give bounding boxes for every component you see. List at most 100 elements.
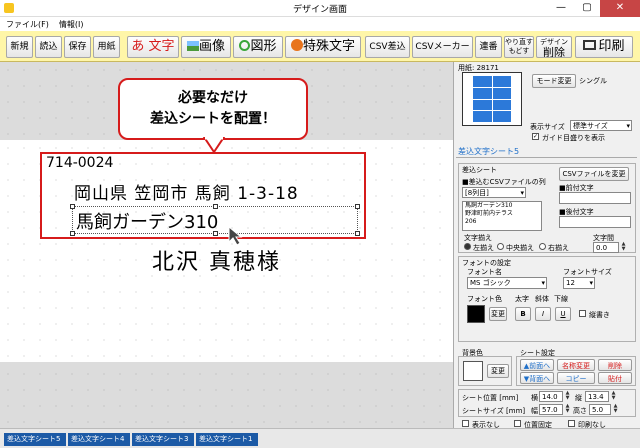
bold-button[interactable]: B bbox=[515, 307, 531, 321]
mode-change-button[interactable]: モード変更 bbox=[532, 74, 576, 88]
center-align-label: 中央揃え bbox=[506, 244, 534, 252]
postal-code-text[interactable]: 714-0024 bbox=[46, 155, 113, 171]
window-title: デザイン画面 bbox=[292, 5, 347, 15]
width-label: 幅 bbox=[531, 407, 538, 415]
new-button[interactable]: 新規 bbox=[6, 36, 33, 58]
vertical-label: 縦書き bbox=[589, 311, 610, 319]
lock-position-checkbox[interactable] bbox=[514, 420, 521, 427]
left-align-radio[interactable] bbox=[464, 243, 471, 250]
csv-maker-button[interactable]: CSVメーカー bbox=[412, 36, 473, 58]
pos-x-label: 横 bbox=[531, 394, 538, 402]
pos-x-value: 14.0 bbox=[542, 393, 558, 401]
save-button[interactable]: 保存 bbox=[64, 36, 91, 58]
guide-checkbox[interactable]: ✓ bbox=[532, 133, 539, 140]
serial-number-button[interactable]: 連番 bbox=[475, 36, 502, 58]
underline-button[interactable]: U bbox=[555, 307, 571, 321]
menu-bar: ファイル(F) 情報(I) bbox=[0, 17, 640, 31]
mode-value: シングル bbox=[579, 77, 607, 85]
resize-handle[interactable] bbox=[213, 231, 218, 236]
print-button[interactable]: 印刷 bbox=[575, 36, 633, 58]
spacing-input[interactable]: 0.0 bbox=[593, 242, 619, 253]
spacing-spinner[interactable]: ▲ ▼ bbox=[620, 242, 627, 252]
height-input[interactable]: 5.0 bbox=[589, 404, 611, 415]
bg-color-group: 変更 bbox=[458, 356, 512, 386]
hide-checkbox[interactable] bbox=[462, 420, 469, 427]
pos-y-value: 13.4 bbox=[588, 393, 604, 401]
text-button[interactable]: あ 文字 bbox=[127, 36, 179, 58]
position-label: シート位置 [mm] bbox=[462, 394, 519, 402]
address-line-1[interactable]: 岡山県 笠岡市 馬飼 1-3-18 bbox=[74, 179, 299, 204]
change-csv-button[interactable]: CSVファイルを変更 bbox=[559, 167, 629, 181]
image-button-label: 画像 bbox=[198, 39, 225, 54]
display-size-select[interactable]: 標準サイズ ▾ bbox=[570, 120, 632, 131]
resize-handle[interactable] bbox=[213, 204, 218, 209]
paper-layout-preview bbox=[462, 72, 522, 126]
font-settings-group: フォントの設定 フォント名 MS ゴシック ▾ フォントサイズ 12 ▾ フォン… bbox=[458, 256, 636, 342]
font-size-label: フォントサイズ bbox=[563, 268, 612, 276]
width-value: 57.0 bbox=[542, 406, 558, 414]
minimize-button[interactable]: — bbox=[548, 0, 574, 17]
right-align-radio[interactable] bbox=[539, 243, 546, 250]
csv-column-select[interactable]: [8列目] ▾ bbox=[462, 187, 526, 198]
resize-handle[interactable] bbox=[70, 204, 75, 209]
italic-button[interactable]: I bbox=[535, 307, 551, 321]
special-char-icon bbox=[290, 39, 303, 51]
resize-handle[interactable] bbox=[70, 231, 75, 236]
pos-y-spinner[interactable]: ▲ ▼ bbox=[610, 391, 617, 401]
font-color-swatch[interactable] bbox=[467, 305, 485, 323]
bring-front-button[interactable]: ▲前面へ bbox=[520, 359, 554, 371]
menu-info[interactable]: 情報(I) bbox=[53, 17, 88, 30]
resize-handle[interactable] bbox=[355, 231, 360, 236]
sheet-tab[interactable]: 差込文字シート4 bbox=[68, 433, 130, 446]
paper-button[interactable]: 用紙 bbox=[93, 36, 120, 58]
font-size-select[interactable]: 12 ▾ bbox=[563, 277, 595, 289]
menu-file[interactable]: ファイル(F) bbox=[0, 17, 53, 30]
display-size-label: 表示サイズ bbox=[530, 123, 565, 131]
center-align-radio[interactable] bbox=[497, 243, 504, 250]
copy-button[interactable]: コピー bbox=[557, 372, 595, 384]
undo-label: もどす bbox=[508, 47, 530, 55]
prefix-input[interactable] bbox=[559, 192, 631, 204]
pos-y-label: 縦 bbox=[575, 394, 582, 402]
csv-merge-button[interactable]: CSV差込 bbox=[365, 36, 410, 58]
sheet-tab[interactable]: 差込文字シート1 bbox=[196, 433, 258, 446]
callout-line-1: 必要なだけ bbox=[178, 90, 248, 106]
sheet-title: 差込文字シート5 bbox=[458, 147, 520, 156]
bg-color-swatch[interactable] bbox=[463, 361, 483, 381]
width-spinner[interactable]: ▲ ▼ bbox=[564, 404, 571, 414]
width-input[interactable]: 57.0 bbox=[539, 404, 563, 415]
load-button[interactable]: 読込 bbox=[35, 36, 62, 58]
font-color-change-button[interactable]: 変更 bbox=[489, 307, 507, 321]
design-delete-button[interactable]: デザイン 削除 bbox=[536, 36, 572, 58]
title-bar: デザイン画面 — ▢ ✕ bbox=[0, 0, 640, 17]
special-char-label: 特殊文字 bbox=[302, 39, 355, 54]
special-char-button[interactable]: 特殊文字 bbox=[285, 36, 361, 58]
suffix-input[interactable] bbox=[559, 216, 631, 228]
pos-x-input[interactable]: 14.0 bbox=[539, 391, 563, 402]
shape-button[interactable]: 図形 bbox=[233, 36, 283, 58]
close-button[interactable]: ✕ bbox=[600, 0, 640, 17]
sheet-tab[interactable]: 差込文字シート5 bbox=[4, 433, 66, 446]
send-back-button[interactable]: ▼背面へ bbox=[520, 372, 554, 384]
selected-merge-sheet[interactable]: 馬飼ガーデン310 bbox=[70, 204, 360, 236]
rename-button[interactable]: 名称変更 bbox=[557, 359, 595, 371]
recipient-name[interactable]: 北沢 真穂様 bbox=[152, 244, 281, 276]
toolbar: 新規 読込 保存 用紙 あ 文字 画像 図形 特殊文字 CSV差込 CSVメーカ… bbox=[0, 31, 640, 62]
height-spinner[interactable]: ▲ ▼ bbox=[612, 404, 619, 414]
mouse-cursor-icon bbox=[228, 226, 243, 246]
chevron-down-icon: ▾ bbox=[541, 279, 545, 287]
maximize-button[interactable]: ▢ bbox=[574, 0, 600, 17]
delete-sheet-button[interactable]: 削除 bbox=[598, 359, 632, 371]
vertical-checkbox[interactable] bbox=[579, 310, 586, 317]
no-print-checkbox[interactable] bbox=[568, 420, 575, 427]
pos-x-spinner[interactable]: ▲ ▼ bbox=[564, 391, 571, 401]
image-button[interactable]: 画像 bbox=[181, 36, 231, 58]
bg-color-change-button[interactable]: 変更 bbox=[487, 364, 509, 378]
font-name-select[interactable]: MS ゴシック ▾ bbox=[467, 277, 547, 289]
pos-y-input[interactable]: 13.4 bbox=[585, 391, 609, 402]
callout-balloon: 必要なだけ 差込シートを配置！ bbox=[118, 78, 308, 140]
sheet-tab[interactable]: 差込文字シート3 bbox=[132, 433, 194, 446]
redo-undo-button[interactable]: やり直す もどす bbox=[504, 36, 534, 58]
paste-button[interactable]: 貼付 bbox=[598, 372, 632, 384]
resize-handle[interactable] bbox=[355, 204, 360, 209]
